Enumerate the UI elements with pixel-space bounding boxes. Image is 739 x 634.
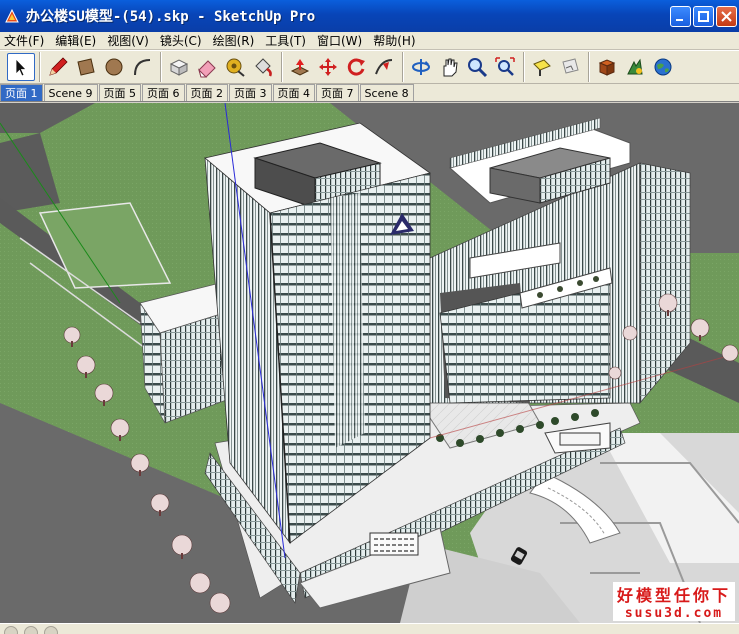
follow-me-icon xyxy=(375,59,393,75)
eraser-icon xyxy=(197,60,216,78)
paint-bucket-icon xyxy=(255,58,272,77)
menu-edit[interactable]: 编辑(E) xyxy=(51,32,103,49)
maximize-icon xyxy=(698,11,709,22)
circle-icon xyxy=(105,58,123,76)
toolbar-group-camera xyxy=(403,52,522,82)
toolbar-group-walk xyxy=(524,52,587,82)
office-building-model xyxy=(0,103,739,623)
tape-measure-button[interactable] xyxy=(221,53,249,81)
minimize-button[interactable] xyxy=(670,6,691,27)
google-earth-icon xyxy=(654,58,672,76)
status-geo-icon[interactable] xyxy=(4,626,18,634)
title-bar: 办公楼SU模型-(54).skp - SketchUp Pro xyxy=(0,0,739,32)
walk-icon xyxy=(562,58,579,74)
tab-page-6[interactable]: 页面 6 xyxy=(142,84,185,101)
toolbar-group-draw xyxy=(40,52,159,82)
toolbar-group-select xyxy=(4,52,38,82)
orbit-icon xyxy=(412,59,430,75)
menu-view[interactable]: 视图(V) xyxy=(103,32,156,49)
status-bar xyxy=(0,623,739,634)
paint-bucket-button[interactable] xyxy=(249,53,277,81)
tab-scene-8[interactable]: Scene 8 xyxy=(359,84,414,101)
google-earth-button[interactable] xyxy=(649,53,677,81)
share-model-icon xyxy=(627,58,643,75)
make-component-button[interactable] xyxy=(165,53,193,81)
arc-icon xyxy=(134,59,151,76)
pencil-icon xyxy=(49,57,68,76)
walk-tool-button[interactable] xyxy=(556,53,584,81)
follow-me-button[interactable] xyxy=(370,53,398,81)
select-icon xyxy=(15,58,27,77)
toolbar-group-web xyxy=(589,52,680,82)
rectangle-icon xyxy=(77,58,95,76)
menu-help[interactable]: 帮助(H) xyxy=(369,32,422,49)
move-tool-button[interactable] xyxy=(314,53,342,81)
get-models-button[interactable] xyxy=(593,53,621,81)
menu-file[interactable]: 文件(F) xyxy=(0,32,51,49)
menu-draw[interactable]: 绘图(R) xyxy=(209,32,262,49)
menu-window[interactable]: 窗口(W) xyxy=(313,32,369,49)
pan-tool-button[interactable] xyxy=(435,53,463,81)
make-component-icon xyxy=(169,59,189,76)
close-button[interactable] xyxy=(716,6,737,27)
zoom-extents-button[interactable] xyxy=(491,53,519,81)
menu-camera[interactable]: 镜头(C) xyxy=(156,32,209,49)
zoom-extents-icon xyxy=(495,57,515,76)
status-help-icon[interactable] xyxy=(44,626,58,634)
close-icon xyxy=(721,11,732,22)
menu-tools[interactable]: 工具(T) xyxy=(261,32,313,49)
tab-page-5[interactable]: 页面 5 xyxy=(98,84,142,101)
watermark-url: susu3d.com xyxy=(612,606,735,621)
eraser-tool-button[interactable] xyxy=(193,53,221,81)
scene-tabs: 页面 1 Scene 9 页面 5 页面 6 页面 2 页面 3 页面 4 页面… xyxy=(0,84,739,102)
model-viewport[interactable]: 好模型任你下 susu3d.com xyxy=(0,103,739,623)
toolbar-group-edit xyxy=(161,52,280,82)
tab-page-7[interactable]: 页面 7 xyxy=(316,84,359,101)
pan-icon xyxy=(443,58,458,77)
tab-page-2[interactable]: 页面 2 xyxy=(185,84,229,101)
share-model-button[interactable] xyxy=(621,53,649,81)
rotate-tool-button[interactable] xyxy=(342,53,370,81)
position-camera-button[interactable] xyxy=(528,53,556,81)
circle-tool-button[interactable] xyxy=(100,53,128,81)
window-title: 办公楼SU模型-(54).skp - SketchUp Pro xyxy=(26,9,316,25)
tab-page-3[interactable]: 页面 3 xyxy=(229,84,272,101)
watermark-chinese: 好模型任你下 xyxy=(612,582,735,606)
tab-page-1[interactable]: 页面 1 xyxy=(0,84,43,101)
tape-measure-icon xyxy=(226,58,245,77)
position-camera-icon xyxy=(533,59,551,76)
orbit-tool-button[interactable] xyxy=(407,53,435,81)
pencil-tool-button[interactable] xyxy=(44,53,72,81)
zoom-tool-button[interactable] xyxy=(463,53,491,81)
get-models-icon xyxy=(598,59,616,76)
push-pull-button[interactable] xyxy=(286,53,314,81)
tab-page-4[interactable]: 页面 4 xyxy=(272,84,316,101)
minimize-icon xyxy=(676,19,683,21)
zoom-icon xyxy=(468,58,488,78)
rectangle-tool-button[interactable] xyxy=(72,53,100,81)
move-icon xyxy=(319,58,337,76)
sketchup-app-icon xyxy=(5,8,19,23)
menu-bar: 文件(F) 编辑(E) 视图(V) 镜头(C) 绘图(R) 工具(T) 窗口(W… xyxy=(0,32,739,50)
rotate-icon xyxy=(347,58,365,76)
tab-scene-9[interactable]: Scene 9 xyxy=(43,84,98,101)
toolbar xyxy=(0,50,739,84)
maximize-button[interactable] xyxy=(693,6,714,27)
push-pull-icon xyxy=(290,59,310,76)
watermark: 好模型任你下 susu3d.com xyxy=(612,582,735,621)
select-tool-button[interactable] xyxy=(7,53,35,81)
arc-tool-button[interactable] xyxy=(128,53,156,81)
status-credits-icon[interactable] xyxy=(24,626,38,634)
toolbar-group-modify xyxy=(282,52,401,82)
